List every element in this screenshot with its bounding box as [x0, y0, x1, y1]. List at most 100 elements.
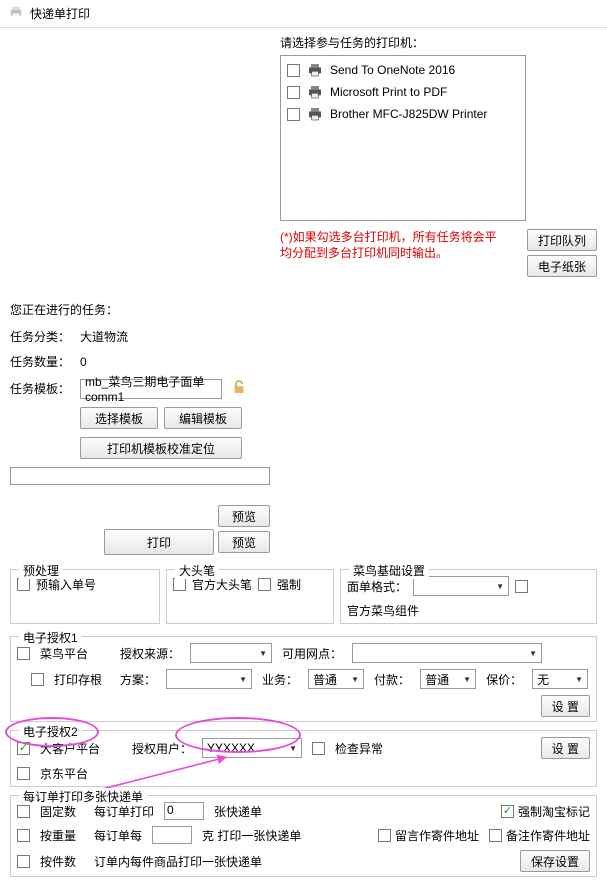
chevron-down-icon: ▼ [289, 744, 297, 753]
per-piece-rule-label: 订单内每件商品打印一张快递单 [94, 853, 262, 870]
auth-user-select[interactable]: YYXXXX▼ [202, 738, 302, 758]
printer-icon [306, 84, 324, 100]
format-select[interactable]: ▼ [413, 576, 509, 596]
printer-name: Send To OneNote 2016 [330, 63, 455, 77]
chevron-down-icon: ▼ [463, 675, 471, 684]
running-task-label: 您正在进行的任务： [10, 301, 270, 318]
auth-source-select[interactable]: ▼ [190, 643, 272, 663]
auth2-legend: 电子授权2 [19, 723, 82, 740]
pen-legend: 大头笔 [175, 562, 219, 579]
auth1-set-button[interactable]: 设 置 [541, 695, 590, 717]
jd-checkbox[interactable] [17, 767, 30, 780]
app-title: 快递单打印 [30, 5, 90, 22]
per-order-each-label: 每订单每 [94, 827, 142, 844]
ins-label: 保价： [486, 671, 522, 688]
printer-list-box: Send To OneNote 2016 Microsoft Print to … [280, 55, 526, 221]
printer-select-label: 请选择参与任务的打印机： [280, 34, 597, 51]
check-abnormal-label: 检查异常 [335, 740, 383, 757]
preinput-checkbox[interactable] [17, 578, 30, 591]
bigclient-label: 大客户平台 [40, 740, 100, 757]
chevron-down-icon: ▼ [529, 649, 537, 658]
check-abnormal-checkbox[interactable] [312, 742, 325, 755]
select-template-button[interactable]: 选择模板 [80, 407, 158, 429]
leave-addr-checkbox[interactable] [378, 829, 391, 842]
note-addr-checkbox[interactable] [489, 829, 502, 842]
titlebar: 快递单打印 [0, 0, 607, 28]
fixed-checkbox[interactable] [17, 805, 30, 818]
by-pieces-checkbox[interactable] [17, 855, 30, 868]
preview-button[interactable]: 预览 [218, 505, 270, 527]
cainiao-platform-checkbox[interactable] [17, 647, 30, 660]
cainiao-platform-label: 菜鸟平台 [40, 645, 88, 662]
outlets-label: 可用网点： [282, 645, 342, 662]
biz-select[interactable]: 普通▼ [308, 669, 364, 689]
chevron-down-icon: ▼ [259, 649, 267, 658]
printer-item[interactable]: Brother MFC-J825DW Printer [287, 106, 519, 122]
force-taobao-checkbox[interactable] [501, 805, 514, 818]
multi-printer-warning: (*)如果勾选多台打印机，所有任务将会平 均分配到多台打印机同时输出。 [280, 229, 521, 261]
pay-select[interactable]: 普通▼ [420, 669, 476, 689]
force-checkbox[interactable] [258, 578, 271, 591]
per-order-input[interactable]: 0 [164, 802, 204, 820]
unit-sheets-label: 张快递单 [214, 803, 262, 820]
note-addr-label: 备注作寄件地址 [506, 827, 590, 844]
plan-select[interactable]: ▼ [166, 669, 252, 689]
chevron-down-icon: ▼ [351, 675, 359, 684]
count-label: 任务数量： [10, 353, 72, 370]
official-pen-checkbox[interactable] [173, 578, 186, 591]
bigclient-checkbox[interactable] [17, 742, 30, 755]
jd-label: 京东平台 [40, 765, 88, 782]
force-taobao-label: 强制淘宝标记 [518, 803, 590, 820]
printer-name: Microsoft Print to PDF [330, 85, 447, 99]
auth1-legend: 电子授权1 [19, 629, 82, 646]
printer-icon [306, 106, 324, 122]
printer-item[interactable]: Microsoft Print to PDF [287, 84, 519, 100]
by-weight-label: 按重量 [40, 827, 84, 844]
plan-label: 方案： [120, 671, 156, 688]
printer-name: Brother MFC-J825DW Printer [330, 107, 487, 121]
calibrate-button[interactable]: 打印机模板校准定位 [80, 437, 242, 459]
biz-label: 业务： [262, 671, 298, 688]
auth-user-label: 授权用户： [132, 740, 192, 757]
edit-template-button[interactable]: 编辑模板 [164, 407, 242, 429]
e-paper-button[interactable]: 电子纸张 [527, 255, 597, 277]
count-value: 0 [80, 355, 87, 369]
by-weight-checkbox[interactable] [17, 829, 30, 842]
print-button[interactable]: 打印 [104, 529, 214, 555]
checkbox[interactable] [287, 86, 300, 99]
multi-legend: 每订单打印多张快递单 [19, 788, 147, 805]
preview-button-2[interactable]: 预览 [218, 531, 270, 553]
fixed-label: 固定数 [40, 803, 84, 820]
per-order-label: 每订单打印 [94, 803, 154, 820]
chevron-down-icon: ▼ [496, 582, 504, 591]
template-input[interactable]: mb_菜鸟三期电子面单comm1 [80, 379, 222, 399]
by-pieces-label: 按件数 [40, 853, 84, 870]
chevron-down-icon: ▼ [239, 675, 247, 684]
print-stub-checkbox[interactable] [31, 673, 44, 686]
gram-label: 克 打印一张快递单 [202, 827, 301, 844]
printer-icon [306, 62, 324, 78]
leave-addr-label: 留言作寄件地址 [395, 827, 479, 844]
lock-icon [230, 378, 248, 399]
ins-select[interactable]: 无▼ [532, 669, 588, 689]
blank-input[interactable] [10, 467, 270, 485]
pay-label: 付款： [374, 671, 410, 688]
checkbox[interactable] [287, 108, 300, 121]
auth-source-label: 授权来源： [120, 645, 180, 662]
app-icon [8, 4, 24, 23]
official-component-checkbox[interactable] [515, 580, 528, 593]
printer-item[interactable]: Send To OneNote 2016 [287, 62, 519, 78]
category-label: 任务分类： [10, 328, 72, 345]
print-stub-label: 打印存根 [54, 671, 102, 688]
print-queue-button[interactable]: 打印队列 [527, 229, 597, 251]
force-label: 强制 [277, 576, 301, 593]
gram-input[interactable] [152, 826, 192, 844]
chevron-down-icon: ▼ [575, 675, 583, 684]
template-label: 任务模板： [10, 380, 72, 397]
save-settings-button[interactable]: 保存设置 [520, 850, 590, 872]
checkbox[interactable] [287, 64, 300, 77]
format-label: 面单格式： [347, 578, 407, 595]
cainiao-legend: 菜鸟基础设置 [349, 562, 429, 579]
outlets-select[interactable]: ▼ [352, 643, 542, 663]
auth2-set-button[interactable]: 设 置 [541, 737, 590, 759]
